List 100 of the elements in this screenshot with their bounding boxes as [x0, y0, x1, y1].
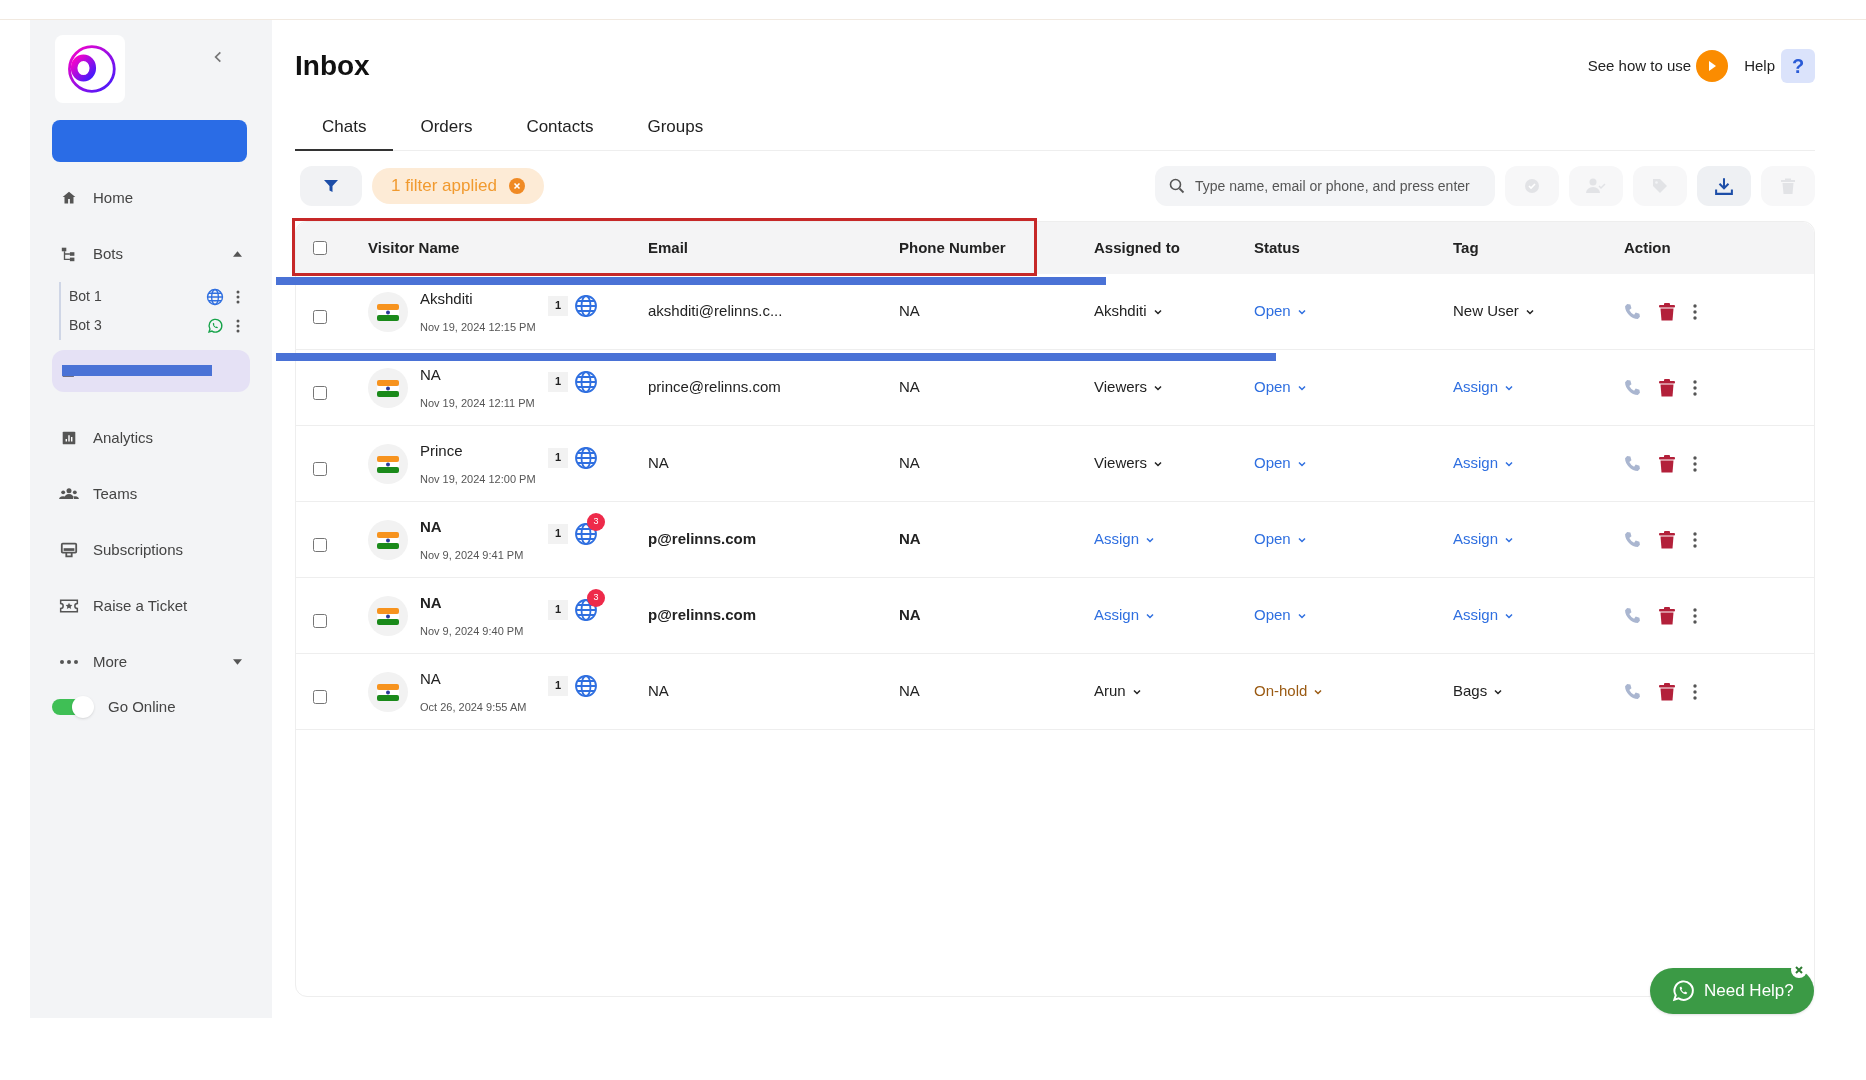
whatsapp-icon [1670, 978, 1696, 1004]
checkbox[interactable] [313, 386, 327, 401]
checkbox[interactable] [313, 538, 327, 553]
visitor-name: Akshditi [420, 288, 474, 309]
more-icon[interactable] [1693, 303, 1697, 320]
help-button[interactable]: ? [1781, 49, 1815, 83]
timestamp: Nov 19, 2024 12:00 PM [420, 472, 536, 487]
checkbox[interactable] [313, 462, 327, 477]
nav-item[interactable]: Home [52, 170, 250, 226]
status-dropdown[interactable]: Open [1254, 300, 1308, 323]
toggle-switch[interactable] [52, 699, 92, 716]
assignee-dropdown[interactable]: Viewers [1094, 452, 1165, 475]
need-help-button[interactable]: Need Help? [1650, 968, 1814, 1014]
filter-button[interactable] [300, 166, 362, 206]
timestamp: Oct 26, 2024 9:55 AM [420, 700, 528, 715]
expand-arrow-icon[interactable] [233, 659, 242, 665]
more-icon[interactable] [1693, 455, 1697, 472]
assignee-dropdown[interactable]: Viewers [1094, 376, 1165, 399]
search-field[interactable]: Type name, email or phone, and press enter [1155, 166, 1495, 206]
delete-icon[interactable] [1659, 377, 1675, 398]
visitor-name: Prince [420, 440, 464, 461]
nav-item[interactable]: Bots [52, 226, 250, 282]
nav-icon [59, 541, 79, 559]
nav-item[interactable]: Teams [52, 466, 250, 522]
email-cell-text: prince@relinns.com [648, 377, 782, 398]
visitor-name: NA [420, 364, 442, 385]
status-dropdown[interactable]: Open [1254, 604, 1308, 627]
email-cell-text: NA [648, 681, 670, 702]
column-header: Phone Number [899, 237, 1007, 258]
check-icon [1524, 178, 1540, 194]
more-icon[interactable] [1693, 379, 1697, 396]
filter-icon [323, 178, 339, 194]
delete-icon[interactable] [1659, 453, 1675, 474]
delete-icon[interactable] [1659, 681, 1675, 702]
nav-item[interactable]: Subscriptions [52, 522, 250, 578]
flag-icon [368, 443, 408, 484]
more-icon[interactable] [236, 318, 240, 333]
status-dropdown[interactable]: Open [1254, 452, 1308, 475]
visitor-name: NA [420, 592, 443, 613]
nav-icon [59, 597, 79, 615]
nav-item[interactable]: Raise a Ticket [52, 578, 250, 634]
tab[interactable]: Groups [620, 104, 731, 151]
tag-dropdown[interactable]: Assign [1453, 376, 1516, 399]
status-dropdown[interactable]: On-hold [1254, 680, 1325, 703]
collapse-arrow-icon[interactable] [233, 251, 242, 257]
status-dropdown[interactable]: Open [1254, 528, 1308, 551]
tag-dropdown[interactable]: New User [1453, 300, 1536, 323]
checkbox[interactable] [313, 241, 327, 255]
flag-icon [368, 367, 408, 408]
nav-item[interactable]: Analytics [52, 410, 250, 466]
phone-cell-text: NA [899, 529, 922, 550]
visitor-name: NA [420, 668, 442, 689]
globe-icon [574, 369, 598, 394]
email-cell-text: akshditi@relinns.c... [648, 301, 784, 322]
delete-icon[interactable] [1659, 605, 1675, 626]
count-badge: 1 [548, 447, 568, 468]
tag-dropdown[interactable]: Bags [1453, 680, 1505, 703]
clear-filter-icon[interactable] [508, 178, 525, 194]
bot-item[interactable]: Bot 1 [69, 282, 250, 311]
more-icon[interactable] [1693, 607, 1697, 624]
help-link[interactable]: Help [1744, 54, 1775, 78]
column-header: Email [648, 237, 690, 258]
unread-badge: 3 [587, 588, 605, 607]
tab[interactable]: Contacts [499, 104, 621, 151]
bot-item[interactable]: Bot 3 [69, 311, 250, 340]
phone-cell-text: NA [899, 377, 921, 398]
delete-icon[interactable] [1659, 301, 1675, 322]
timestamp: Nov 9, 2024 9:40 PM [420, 624, 525, 639]
more-icon[interactable] [1693, 531, 1697, 548]
checkbox[interactable] [313, 614, 327, 629]
column-header: Action [1624, 237, 1672, 258]
nav-item[interactable]: More [52, 634, 250, 690]
tag-dropdown[interactable]: Assign [1453, 452, 1516, 475]
assignee-dropdown[interactable]: Assign [1094, 604, 1157, 627]
play-icon[interactable] [1696, 50, 1729, 82]
toolbar-button[interactable] [1697, 166, 1751, 206]
count-badge: 1 [548, 675, 568, 696]
more-icon[interactable] [1693, 683, 1697, 700]
tag-dropdown[interactable]: Assign [1453, 528, 1516, 551]
tag-dropdown[interactable]: Assign [1453, 604, 1516, 627]
phone-cell-text: NA [899, 301, 921, 322]
assignee-dropdown[interactable]: Arun [1094, 680, 1143, 703]
assignee-dropdown[interactable]: Assign [1094, 528, 1157, 551]
more-icon[interactable] [236, 289, 240, 304]
status-dropdown[interactable]: Open [1254, 376, 1308, 399]
delete-icon[interactable] [1659, 529, 1675, 550]
download-icon [1715, 177, 1733, 195]
search-icon [1169, 178, 1185, 194]
count-badge: 1 [548, 599, 568, 620]
whatsapp-icon [206, 316, 224, 335]
nav-item[interactable] [52, 350, 250, 392]
how-to-link[interactable]: See how to use [1587, 54, 1692, 78]
column-header: Tag [1453, 237, 1480, 258]
assignee-dropdown[interactable]: Akshditi [1094, 300, 1164, 323]
email-cell-text: p@relinns.com [648, 605, 757, 626]
email-cell-text: NA [648, 453, 670, 474]
tab[interactable]: Chats [295, 104, 394, 151]
checkbox[interactable] [313, 310, 327, 325]
tab[interactable]: Orders [393, 104, 500, 151]
checkbox[interactable] [313, 690, 327, 705]
